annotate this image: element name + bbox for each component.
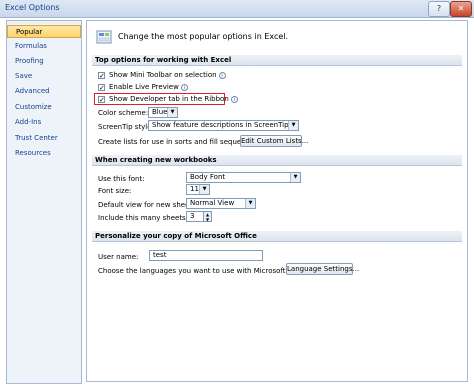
title-bar: Excel Options ? ✕ — [0, 0, 474, 18]
chevron-down-icon: ▼ — [288, 121, 298, 130]
sidebar-item-resources[interactable]: Resources — [7, 147, 81, 160]
font-size-select[interactable]: 11 ▼ — [186, 184, 210, 195]
sidebar-item-add-ins[interactable]: Add-Ins — [7, 116, 81, 129]
live-preview-label: Enable Live Preview i — [109, 83, 188, 91]
font-select[interactable]: Body Font ▼ — [186, 172, 301, 183]
font-label: Use this font: — [98, 175, 145, 183]
live-preview-checkbox[interactable]: ✓ — [98, 84, 105, 92]
user-name-label: User name: — [98, 253, 139, 261]
page-title: Change the most popular options in Excel… — [118, 32, 289, 41]
window-title: Excel Options — [5, 3, 60, 12]
user-name-input[interactable]: test — [149, 250, 263, 261]
sheets-count-input[interactable]: 3 — [186, 211, 204, 222]
mini-toolbar-checkbox[interactable]: ✓ — [98, 72, 105, 80]
sidebar-item-formulas[interactable]: Formulas — [7, 40, 81, 53]
languages-label: Choose the languages you want to use wit… — [98, 267, 311, 275]
info-icon: i — [218, 71, 226, 79]
chevron-down-icon: ▼ — [290, 173, 300, 182]
help-button[interactable]: ? — [428, 1, 450, 17]
developer-tab-checkbox[interactable]: ✓ — [98, 96, 105, 104]
info-icon: i — [180, 83, 188, 91]
close-button[interactable]: ✕ — [450, 1, 472, 17]
chevron-down-icon: ▼ — [167, 108, 177, 117]
sidebar-item-save[interactable]: Save — [7, 70, 81, 83]
sidebar-item-popular[interactable]: Popular — [7, 25, 81, 38]
section-top-options: Top options for working with Excel — [92, 55, 462, 66]
mini-toolbar-label: Show Mini Toolbar on selection i — [109, 71, 226, 79]
edit-custom-lists-button[interactable]: Edit Custom Lists... — [240, 135, 308, 147]
options-header-icon — [96, 30, 112, 44]
screentip-style-select[interactable]: Show feature descriptions in ScreenTips ▼ — [148, 120, 299, 131]
sidebar: Popular Formulas Proofing Save Advanced … — [6, 20, 82, 384]
language-settings-button[interactable]: Language Settings... — [286, 263, 359, 275]
default-view-label: Default view for new sheets: — [98, 201, 199, 209]
sheets-count-spinner[interactable]: ▲ ▼ — [204, 211, 212, 222]
sidebar-item-advanced[interactable]: Advanced — [7, 85, 81, 98]
section-personalize: Personalize your copy of Microsoft Offic… — [92, 231, 462, 242]
sidebar-item-trust-center[interactable]: Trust Center — [7, 132, 81, 145]
developer-tab-label: Show Developer tab in the Ribbon i — [109, 95, 238, 103]
custom-lists-label: Create lists for use in sorts and fill s… — [98, 138, 260, 146]
font-size-label: Font size: — [98, 187, 132, 195]
sheets-count-label: Include this many sheets: — [98, 214, 189, 222]
screentip-style-label: ScreenTip style: — [98, 123, 154, 131]
section-new-workbooks: When creating new workbooks — [92, 155, 462, 166]
color-scheme-label: Color scheme: — [98, 109, 149, 117]
color-scheme-select[interactable]: Blue ▼ — [148, 107, 178, 118]
sidebar-item-proofing[interactable]: Proofing — [7, 55, 81, 68]
chevron-down-icon: ▼ — [199, 185, 209, 194]
options-panel: Change the most popular options in Excel… — [86, 20, 468, 382]
chevron-down-icon: ▼ — [245, 199, 255, 208]
sidebar-item-customize[interactable]: Customize — [7, 101, 81, 114]
default-view-select[interactable]: Normal View ▼ — [186, 198, 256, 209]
info-icon: i — [230, 95, 238, 103]
